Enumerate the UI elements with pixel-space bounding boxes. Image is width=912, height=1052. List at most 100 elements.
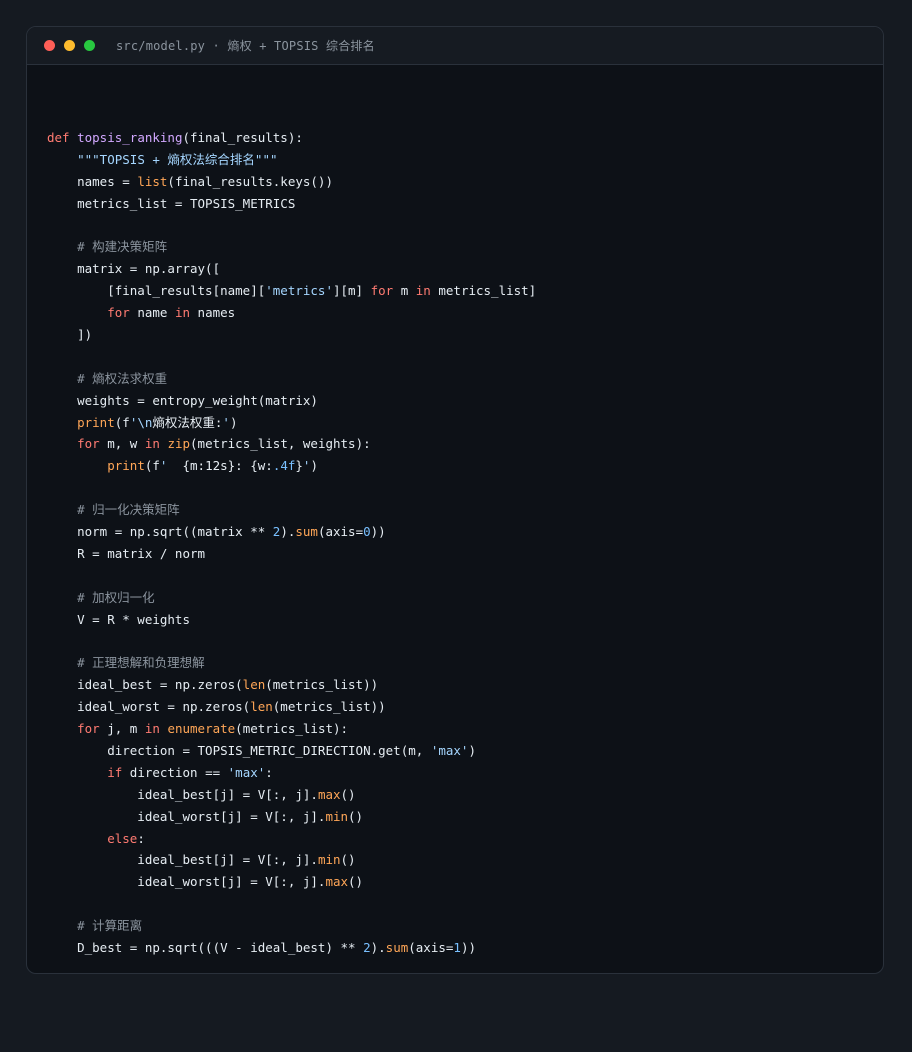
code-token: # 计算距离: [77, 918, 143, 934]
maximize-window-button[interactable]: [84, 40, 95, 51]
code-token: # 归一化决策矩阵: [77, 502, 180, 518]
code-token: print: [77, 414, 115, 430]
code-line: ideal_worst[j] = V[:, j].min(): [47, 806, 536, 828]
window-titlebar: src/model.py · 熵权 + TOPSIS 综合排名: [27, 27, 883, 65]
code-line: # 熵权法求权重: [47, 368, 536, 390]
code-token: enumerate: [167, 721, 236, 737]
code-token: (metrics_list):: [235, 721, 349, 737]
code-token: R = matrix / norm: [47, 545, 206, 561]
code-token: (): [340, 786, 356, 802]
minimize-window-button[interactable]: [64, 40, 75, 51]
code-token: (axis=: [408, 939, 454, 955]
code-line: metrics_list = TOPSIS_METRICS: [47, 193, 536, 215]
code-token: m, w: [99, 436, 145, 452]
code-line: ideal_worst[j] = V[:, j].max(): [47, 871, 536, 893]
code-token: names =: [47, 173, 138, 189]
code-token: (metrics_list, weights):: [190, 436, 371, 452]
code-token: ': [222, 414, 230, 430]
code-token: D_best = np.sqrt(((V - ideal_best) **: [47, 939, 364, 955]
code-token: # 构建决策矩阵: [77, 239, 168, 255]
code-token: }: [295, 458, 303, 474]
code-token: '\n: [129, 414, 153, 430]
code-token: sum: [295, 524, 318, 540]
code-token: ][m]: [332, 283, 371, 299]
code-token: )): [370, 524, 386, 540]
code-line: # 正理想解和负理想解: [47, 652, 536, 674]
code-token: ): [310, 458, 318, 474]
code-line: for m, w in zip(metrics_list, weights):: [47, 433, 536, 455]
code-token: matrix = np.array([: [47, 261, 221, 277]
code-token: (f: [114, 414, 130, 430]
code-token: 'max': [227, 764, 266, 780]
code-token: .4f: [272, 458, 296, 474]
code-token: name: [129, 305, 175, 321]
code-token: # 加权归一化: [77, 589, 155, 605]
code-token: 'metrics': [265, 283, 333, 299]
code-line: """TOPSIS + 熵权法综合排名""": [47, 149, 536, 171]
code-token: j, m: [99, 721, 145, 737]
code-token: ': [159, 458, 183, 474]
code-token: max: [325, 874, 349, 890]
code-token: ideal_best = np.zeros(: [47, 677, 243, 693]
code-line: if direction == 'max':: [47, 762, 536, 784]
code-token: """TOPSIS + 熵权法综合排名""": [77, 151, 278, 167]
code-token: (final_results.keys()): [167, 173, 333, 189]
code-line: for name in names: [47, 302, 536, 324]
window-title: src/model.py · 熵权 + TOPSIS 综合排名: [116, 39, 375, 53]
code-token: ideal_worst = np.zeros(: [47, 699, 251, 715]
code-line: R = matrix / norm: [47, 543, 536, 565]
code-token: ]): [47, 327, 93, 343]
code-line: ideal_best[j] = V[:, j].max(): [47, 784, 536, 806]
code-line: names = list(final_results.keys()): [47, 171, 536, 193]
code-token: :: [137, 830, 145, 846]
code-token: 2: [363, 939, 371, 955]
code-token: for: [77, 721, 100, 737]
code-line: matrix = np.array([: [47, 258, 536, 280]
code-token: (metrics_list)): [272, 699, 386, 715]
code-token: ).: [370, 939, 386, 955]
code-token: for: [77, 436, 100, 452]
code-token: for: [370, 283, 394, 299]
code-line: D_best = np.sqrt(((V - ideal_best) ** 2)…: [47, 937, 536, 959]
code-token: 'max': [430, 742, 469, 758]
code-token: min: [325, 808, 349, 824]
code-line: for j, m in enumerate(metrics_list):: [47, 718, 536, 740]
code-token: in: [174, 305, 191, 321]
code-line: print(f' {m:12s}: {w:.4f}'): [47, 455, 536, 477]
code-token: )): [460, 939, 476, 955]
code-token: (): [348, 874, 364, 890]
code-token: (f: [144, 458, 160, 474]
code-token: def: [47, 130, 70, 145]
code-token: 1: [453, 939, 461, 955]
code-token: [final_results[name][: [47, 283, 266, 299]
code-token: len: [250, 699, 273, 715]
code-token: ).: [280, 524, 296, 540]
code-block[interactable]: def topsis_ranking(final_results): """TO…: [47, 127, 536, 959]
code-token: direction ==: [122, 764, 228, 780]
close-window-button[interactable]: [44, 40, 55, 51]
code-token: in: [144, 721, 160, 737]
code-token: V = R * weights: [47, 611, 190, 627]
code-token: ideal_worst[j] = V[:, j].: [47, 808, 326, 824]
code-window: src/model.py · 熵权 + TOPSIS 综合排名 def tops…: [26, 26, 884, 974]
code-line: # 计算距离: [47, 915, 536, 937]
code-line: # 加权归一化: [47, 587, 536, 609]
code-token: # 正理想解和负理想解: [77, 655, 205, 671]
code-line: # 归一化决策矩阵: [47, 499, 536, 521]
code-token: 熵权法权重:: [152, 414, 223, 430]
code-line: norm = np.sqrt((matrix ** 2).sum(axis=0)…: [47, 521, 536, 543]
